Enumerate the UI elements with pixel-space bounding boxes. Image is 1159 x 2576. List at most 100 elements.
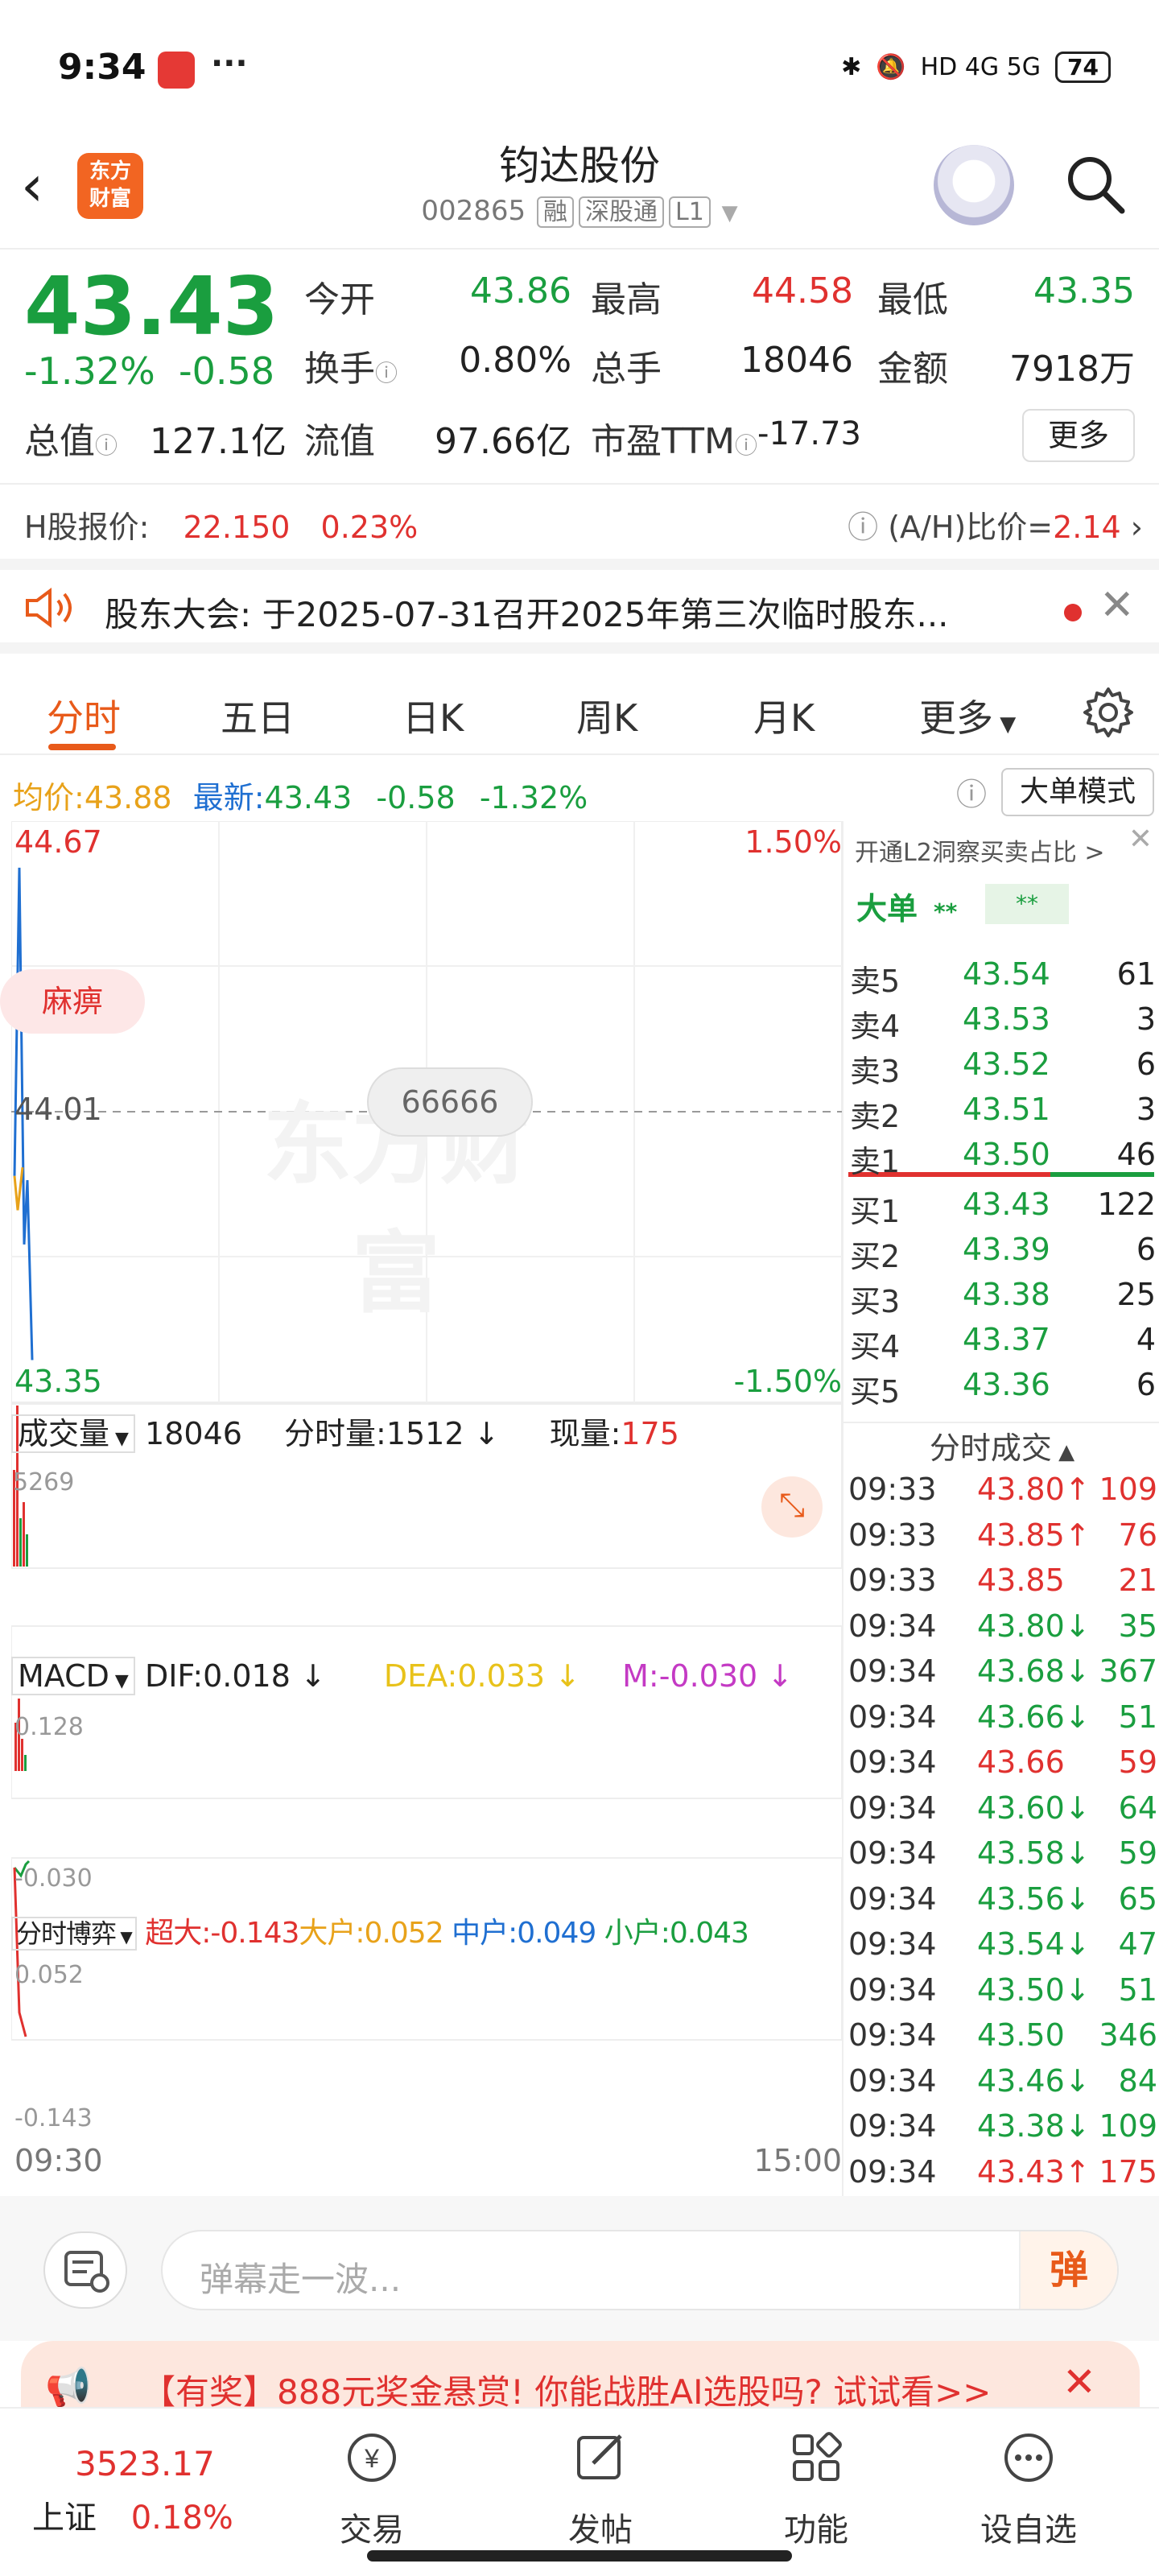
float-cap-label: 流值 bbox=[304, 421, 375, 462]
nav-post[interactable]: 发帖 bbox=[520, 2429, 681, 2550]
trade-row: 09:34 43.50 346 bbox=[848, 2017, 1157, 2063]
comment-badge[interactable]: 麻痹 bbox=[0, 969, 145, 1034]
macd-bar bbox=[21, 1739, 23, 1771]
nav-functions-label: 功能 bbox=[784, 2512, 848, 2549]
trade-price: 43.80↓ bbox=[977, 1608, 1091, 1644]
macd-dea: DEA:0.033 bbox=[383, 1658, 546, 1694]
dropdown-triangle-icon: ▼ bbox=[721, 201, 738, 225]
amount-value: 7918万 bbox=[1009, 349, 1135, 390]
trade-row: 09:34 43.56↓ 65 bbox=[848, 1881, 1157, 1927]
macd-m: M:-0.030 bbox=[622, 1658, 758, 1694]
h-share-quote: H股报价: 22.150 0.23% bbox=[24, 502, 418, 547]
tab-monthly-k[interactable]: 月K bbox=[753, 689, 815, 742]
l2-promo-link[interactable]: 开通L2洞察买卖占比 > bbox=[855, 832, 1104, 868]
ask-row: 卖3 43.52 6 bbox=[850, 1046, 1156, 1092]
macd-bar bbox=[24, 1755, 27, 1771]
trade-time: 09:34 bbox=[848, 1744, 937, 1780]
tab-daily-k[interactable]: 日K bbox=[402, 689, 464, 742]
bid-volume: 6 bbox=[1136, 1367, 1156, 1402]
ask-level: 卖4 bbox=[850, 1009, 901, 1044]
trade-time: 09:34 bbox=[848, 1653, 937, 1689]
volume-header: 成交量 ▼ 18046 分时量:1512 ↓ 现量:175 bbox=[11, 1409, 842, 1455]
turnover-label[interactable]: 换手ⓘ bbox=[304, 340, 398, 391]
close-icon[interactable]: ✕ bbox=[1128, 823, 1153, 856]
bid-row: 买2 43.39 6 bbox=[850, 1232, 1156, 1277]
volume-bar bbox=[19, 1518, 22, 1567]
game-header: 分时博弈 ▼ 超大:-0.143大户:0.052 中户:0.049 小户:0.0… bbox=[11, 1909, 842, 1951]
pe-ttm-label[interactable]: 市盈TTMⓘ bbox=[591, 412, 757, 464]
game-bottom: -0.143 bbox=[14, 2104, 93, 2132]
high-label: 最高 bbox=[591, 279, 662, 320]
nav-trade[interactable]: ¥ 交易 bbox=[291, 2429, 452, 2550]
y-axis-low-pct: -1.50% bbox=[733, 1364, 842, 1399]
ask-volume: 61 bbox=[1116, 956, 1156, 992]
macd-selector[interactable]: MACD ▼ bbox=[11, 1657, 135, 1695]
volume-value: 18046 bbox=[740, 340, 853, 381]
ask-volume: 6 bbox=[1136, 1046, 1156, 1082]
macd-dif: DIF:0.018 bbox=[144, 1658, 291, 1694]
danmu-button[interactable]: 弹 bbox=[1019, 2231, 1117, 2309]
trade-time: 09:34 bbox=[848, 1790, 937, 1826]
trade-volume: 21 bbox=[1118, 1563, 1157, 1598]
low-label: 最低 bbox=[877, 279, 948, 320]
help-icon[interactable]: ⓘ bbox=[956, 770, 987, 814]
gear-icon[interactable] bbox=[1082, 686, 1135, 739]
h-share-row[interactable]: H股报价: 22.150 0.23% ⓘ (A/H)比价=2.14 › bbox=[0, 483, 1159, 557]
close-icon[interactable]: ✕ bbox=[1062, 2359, 1096, 2405]
volume-label: 总手 bbox=[591, 349, 662, 390]
danmu-placeholder: 弹幕走一波... bbox=[200, 2260, 402, 2299]
danmu-input[interactable]: 弹幕走一波... 弹 bbox=[161, 2230, 1119, 2310]
nav-functions[interactable]: 功能 bbox=[736, 2429, 897, 2550]
trade-row: 09:34 43.38↓ 109 bbox=[848, 2108, 1157, 2154]
tab-five-day[interactable]: 五日 bbox=[221, 689, 295, 742]
trade-price: 43.66↓ bbox=[977, 1699, 1091, 1735]
tab-intraday[interactable]: 分时 bbox=[47, 689, 121, 742]
quote-panel: 43.43 -1.32% -0.58 今开 43.86 最高 44.58 最低 … bbox=[0, 251, 1159, 485]
bid-level: 买3 bbox=[850, 1284, 901, 1319]
trades-header[interactable]: 分时成交 ▲ bbox=[843, 1422, 1159, 1470]
close-icon[interactable]: ✕ bbox=[1099, 581, 1135, 630]
bid-level: 买5 bbox=[850, 1374, 901, 1410]
bid-price: 43.43 bbox=[963, 1187, 1050, 1222]
network-indicator: HD 4G 5G bbox=[920, 53, 1041, 81]
bid-level: 买4 bbox=[850, 1329, 901, 1364]
big-order-mode-button[interactable]: 大单模式 bbox=[1001, 768, 1154, 816]
expand-icon[interactable]: ⤡ bbox=[761, 1476, 823, 1538]
more-button[interactable]: 更多 bbox=[1022, 409, 1135, 462]
trade-volume: 65 bbox=[1118, 1880, 1157, 1917]
edit-icon bbox=[577, 2434, 622, 2479]
danmu-bubble[interactable]: 66666 bbox=[367, 1067, 533, 1137]
index-value: 3523.17 bbox=[75, 2444, 215, 2483]
trade-price: 43.60↓ bbox=[977, 1790, 1091, 1826]
game-selector[interactable]: 分时博弈 ▼ bbox=[11, 1917, 137, 1951]
volume-selector[interactable]: 成交量 ▼ bbox=[11, 1414, 135, 1453]
comment-list-icon[interactable] bbox=[43, 2231, 127, 2309]
open-label: 今开 bbox=[304, 279, 375, 320]
home-indicator[interactable] bbox=[367, 2550, 792, 2562]
help-icon: ⓘ bbox=[848, 510, 879, 545]
turnover-value: 0.80% bbox=[459, 340, 571, 381]
trade-row: 09:34 43.66↓ 51 bbox=[848, 1699, 1157, 1745]
trade-price: 43.56↓ bbox=[977, 1880, 1091, 1917]
trade-row: 09:34 43.46↓ 84 bbox=[848, 2063, 1157, 2109]
tab-more[interactable]: 更多 ▼ bbox=[919, 689, 1016, 742]
tab-weekly-k[interactable]: 周K bbox=[576, 689, 637, 742]
search-icon[interactable] bbox=[1062, 151, 1127, 216]
intraday-chart[interactable]: 44.67 1.50% 44.01 43.35 -1.50% 麻痹 东方财富 6… bbox=[0, 821, 842, 2182]
trade-row: 09:34 43.58↓ 59 bbox=[848, 1835, 1157, 1881]
latest-change: -0.58 bbox=[376, 780, 456, 815]
trade-time: 09:34 bbox=[848, 2108, 937, 2144]
tag-level: L1 bbox=[668, 196, 711, 228]
active-tab-indicator bbox=[48, 744, 116, 750]
bottom-nav: 3523.17 上证 0.18% ¥ 交易 发帖 功能 设自选 bbox=[0, 2407, 1159, 2576]
macd-header: MACD ▼ DIF:0.018 ↓ DEA:0.033 ↓ M:-0.030 … bbox=[11, 1657, 842, 1695]
total-cap-label[interactable]: 总值ⓘ bbox=[24, 412, 118, 464]
bid-volume: 25 bbox=[1116, 1277, 1156, 1312]
notice-bar[interactable]: 股东大会: 于2025-07-31召开2025年第三次临时股东... ✕ bbox=[0, 559, 1159, 654]
ai-robot-avatar[interactable] bbox=[934, 145, 1014, 225]
total-cap-value: 127.1亿 bbox=[150, 421, 287, 462]
latest-price: 43.43 bbox=[264, 780, 353, 815]
trade-volume: 59 bbox=[1118, 1835, 1157, 1871]
index-ticker[interactable]: 3523.17 上证 0.18% bbox=[32, 2444, 258, 2538]
nav-add-watchlist[interactable]: 设自选 bbox=[948, 2429, 1109, 2550]
